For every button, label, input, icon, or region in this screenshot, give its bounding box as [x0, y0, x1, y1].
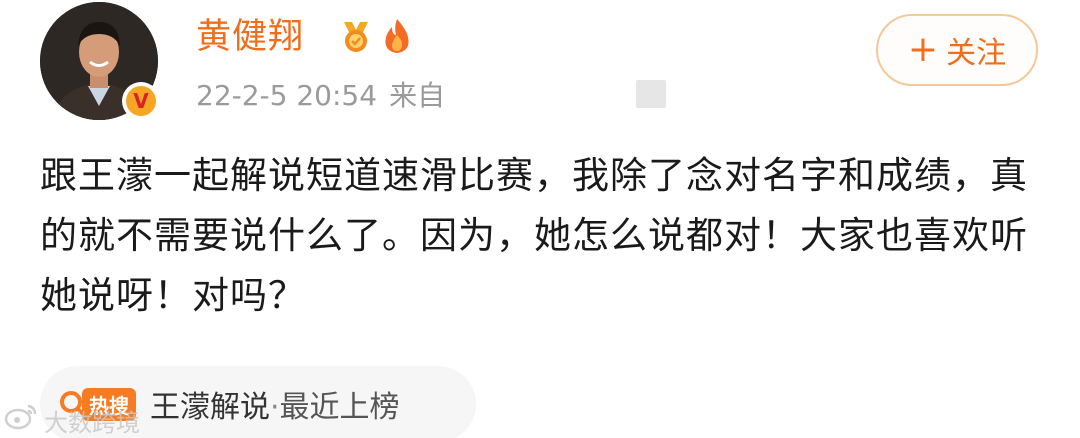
plus-icon: +: [907, 29, 939, 70]
watermark-text: 大数跨境: [44, 408, 140, 437]
hot-search-status: 最近上榜: [279, 390, 400, 425]
username[interactable]: 黄健翔: [196, 12, 304, 62]
weibo-post-card: V 黄健翔 22-2-5 20:54 来自 + 关注 跟王濛一起解说短道速滑比赛…: [0, 0, 1080, 438]
avatar-container[interactable]: V: [40, 2, 160, 120]
follow-label: 关注: [946, 36, 1007, 71]
medal-icon: [338, 18, 374, 58]
post-body-text: 跟王濛一起解说短道速滑比赛，我除了念对名字和成绩，真的就不需要说什么了。因为，她…: [40, 154, 1028, 317]
follow-button[interactable]: + 关注: [876, 14, 1038, 86]
fire-icon: [380, 17, 414, 59]
post-source-label: 来自: [389, 79, 446, 112]
post-meta: 22-2-5 20:54 来自: [196, 76, 445, 116]
watermark: 大数跨境: [4, 402, 140, 438]
post-timestamp: 22-2-5 20:54: [196, 79, 378, 112]
hot-search-separator: ·: [270, 390, 280, 425]
verified-v-icon: V: [122, 82, 160, 120]
hot-search-topic: 王濛解说: [150, 390, 270, 425]
hot-search-label: 王濛解说·最近上榜: [150, 382, 400, 426]
user-badges: [338, 16, 414, 60]
weibo-logo-icon: [4, 402, 38, 438]
redacted-source-block: [636, 80, 666, 108]
